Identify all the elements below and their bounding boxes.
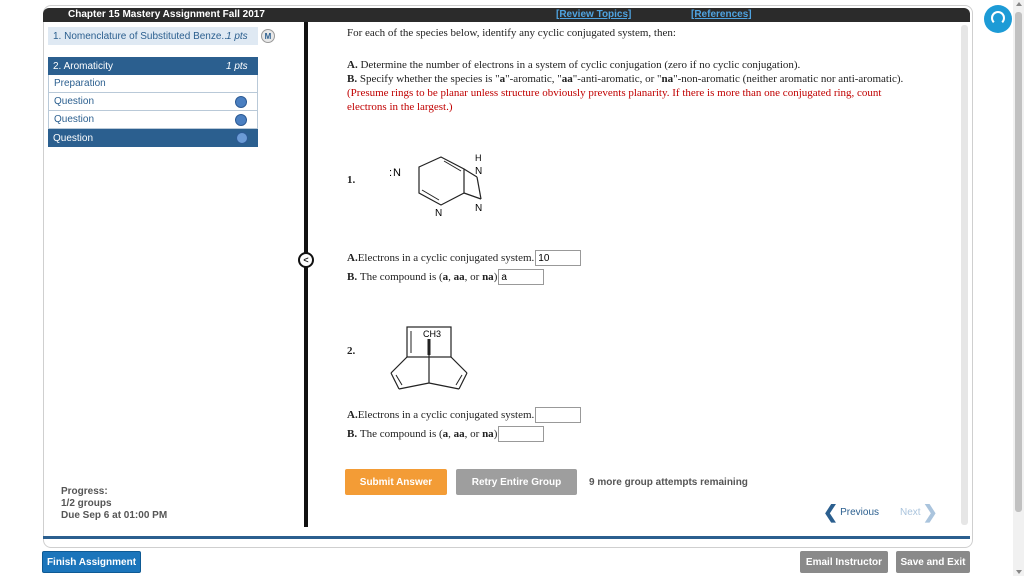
q1-type-input[interactable] [498,269,545,285]
retry-group-button[interactable]: Retry Entire Group [456,469,577,495]
svg-text::: : [389,167,392,179]
sidebar-item-question-3[interactable]: Question [48,129,258,147]
sidebar-item-req: 2req [258,60,279,72]
q1-b-label: B. [347,271,358,283]
mastery-badge: M [261,29,275,43]
q2-b-label: B. [347,428,358,440]
next-button[interactable]: Next ❯ [900,502,938,522]
sidebar-item-points: 1 pts [226,60,248,72]
question-status-icon [235,113,247,126]
q1-a-text: Electrons in a cyclic conjugated system. [357,252,535,264]
chevron-right-icon: ❯ [922,502,938,522]
references-link[interactable]: [References] [691,9,752,20]
q2-electrons-input[interactable] [535,407,582,423]
instr-b-mid2: "-anti-aromatic, or " [572,73,662,85]
submit-answer-button[interactable]: Submit Answer [345,469,447,495]
q2-type-input[interactable] [498,426,545,442]
scroll-up-icon[interactable] [1016,2,1022,6]
instr-a-text: Determine the number of electrons in a s… [360,59,801,71]
header-bar: Chapter 15 Mastery Assignment Fall 2017 … [43,8,970,22]
question-intro: For each of the species below, identify … [347,27,676,39]
email-instructor-button[interactable]: Email Instructor [800,551,888,573]
sidebar-item-label: 2. Aromaticity [53,60,114,72]
question-status-icon [236,132,248,144]
question-2-part-b: B. The compound is (a, aa, or na) [347,426,545,442]
instructions: A. Determine the number of electrons in … [347,58,922,114]
due-date: Due Sep 6 at 01:00 PM [61,510,168,521]
sidebar-item-nomenclature[interactable]: 1. Nomenclature of Substituted Benze... … [48,27,275,45]
instr-b-label: B. [347,73,358,85]
instr-b-mid1: "-aromatic, " [505,73,562,85]
sidebar-item-label: Question [54,96,95,107]
sidebar-item-question-1[interactable]: Question [48,93,258,111]
atom-h: H [475,153,482,163]
q1-b-text: The compound is ( [359,271,443,283]
q1-b-aa: aa [453,271,465,283]
q2-a-text: Electrons in a cyclic conjugated system. [357,409,535,421]
methyl-label: CH3 [423,329,441,339]
molecule-1-diagram: N : N N H N [389,153,482,219]
q1-b-na: na [482,271,494,283]
question-1-number: 1. [347,174,356,186]
molecule-2-diagram: CH3 [390,326,468,390]
q2-b-aa: aa [453,428,465,440]
sidebar-item-question-2[interactable]: Question [48,111,258,129]
atom-n-bottom: N [435,208,442,219]
q1-b-a: a [442,271,449,283]
progress-panel: Progress: 1/2 groups Due Sep 6 at 01:00 … [61,486,167,522]
previous-button[interactable]: ❮ Previous [823,502,879,522]
sidebar: 1. Nomenclature of Substituted Benze... … [48,27,278,147]
atom-n-top: N [475,166,482,177]
sidebar-item-label: Preparation [54,78,106,89]
sidebar-item-label: Question [53,132,94,144]
sidebar-item-aromaticity[interactable]: 2. Aromaticity 1 pts 2req [48,57,278,75]
finish-assignment-button[interactable]: Finish Assignment [42,551,141,573]
instr-a-label: A. [347,59,358,71]
q2-b-text: The compound is ( [359,428,443,440]
q2-b-a: a [442,428,449,440]
instr-b-aa: aa [561,73,573,85]
q1-electrons-input[interactable] [535,250,582,266]
question-scrollbar[interactable] [961,25,968,525]
question-2-part-a: A. Electrons in a cyclic conjugated syste… [347,407,582,423]
review-topics-link[interactable]: [Review Topics] [556,9,631,20]
instr-b-na: na [661,73,674,85]
q2-b-or: or [470,428,480,440]
atom-n-left: N [393,167,401,179]
q1-a-label: A. [347,252,358,264]
instr-b-post: "-non-aromatic (neither aromatic nor ant… [673,73,904,85]
help-icon[interactable] [984,5,1012,33]
progress-label: Progress: [61,486,108,497]
q2-b-na: na [482,428,494,440]
chevron-left-icon: ❮ [823,502,839,522]
atom-n-right: N [475,203,482,214]
instr-b-text: Specify whether the species is " [359,73,500,85]
page-scrollbar[interactable] [1013,0,1024,576]
save-and-exit-button[interactable]: Save and Exit [896,551,970,573]
question-1-part-b: B. The compound is (a, aa, or na) [347,269,545,285]
q1-b-or: or [470,271,480,283]
question-2-number: 2. [347,345,356,357]
collapse-sidebar-button[interactable]: < [298,252,314,268]
sidebar-item-label: Question [54,114,95,125]
footer-rule [43,536,970,539]
sidebar-item-label: 1. Nomenclature of Substituted Benze... [53,30,230,42]
planarity-note: (Presume rings to be planar unless struc… [347,87,882,113]
next-label: Next [900,506,921,518]
scroll-thumb[interactable] [1015,12,1022,512]
question-1-part-a: A. Electrons in a cyclic conjugated syste… [347,250,582,266]
question-status-icon [235,95,247,108]
previous-label: Previous [840,506,879,518]
assignment-title: Chapter 15 Mastery Assignment Fall 2017 [68,9,265,20]
progress-groups: 1/2 groups [61,498,112,509]
scroll-down-icon[interactable] [1016,570,1022,574]
panel-divider [304,22,308,527]
attempts-remaining: 9 more group attempts remaining [589,477,748,488]
sidebar-item-preparation[interactable]: Preparation [48,75,258,93]
q2-a-label: A. [347,409,358,421]
sidebar-item-points: 1 pts [226,30,248,42]
